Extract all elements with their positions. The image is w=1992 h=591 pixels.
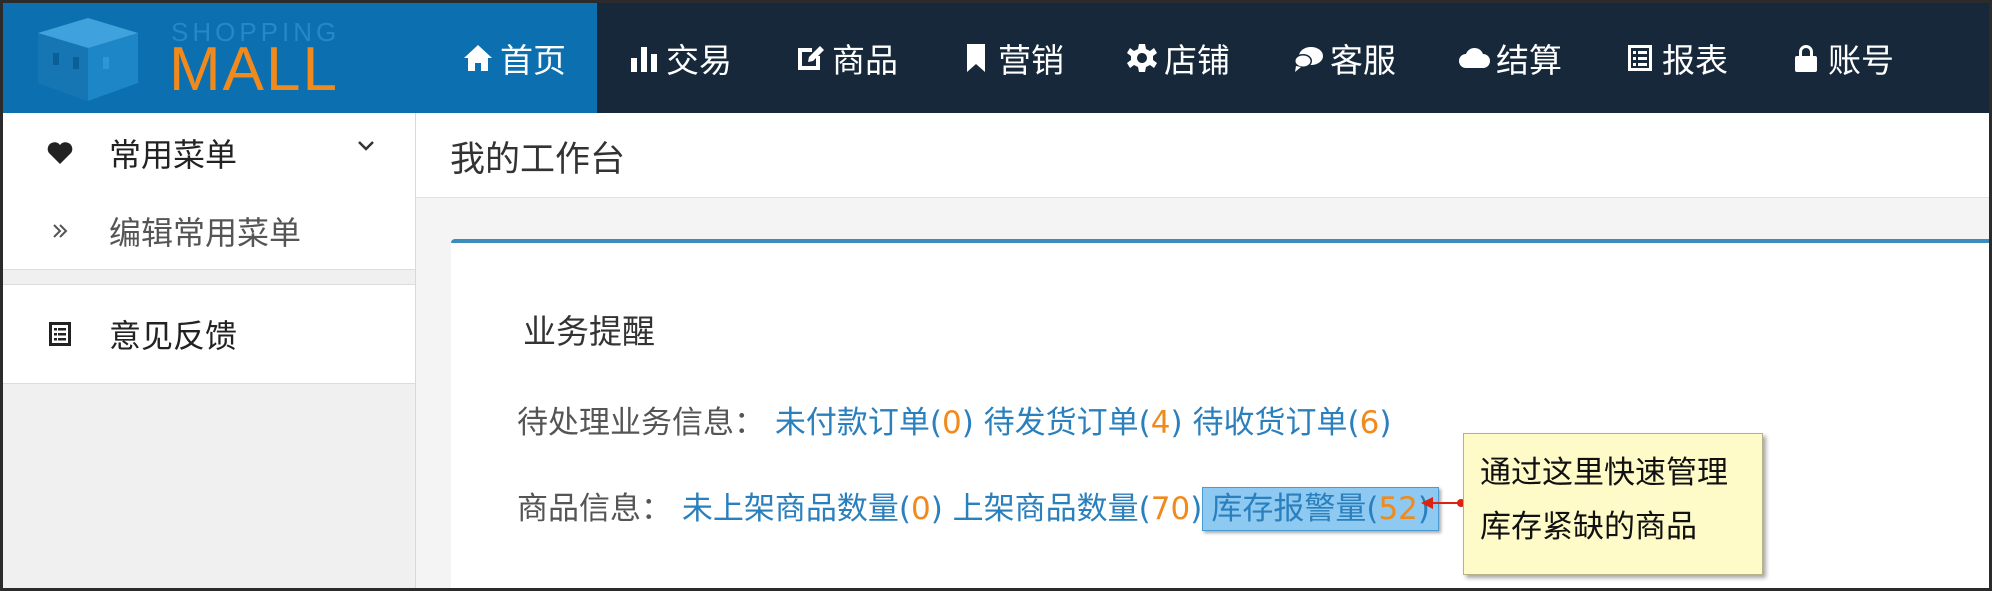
- chat-icon: [1294, 47, 1323, 72]
- sidebar-item-label: 意见反馈: [109, 317, 238, 355]
- lock-icon: [1795, 45, 1817, 72]
- pending-business-line: 待处理业务信息： 未付款订单(0) 待发货订单(4) 待收货订单(6): [517, 397, 1391, 442]
- to-ship-orders-count: 4: [1150, 405, 1171, 441]
- home-icon: [464, 45, 492, 71]
- nav-goods[interactable]: 商品: [763, 3, 929, 113]
- card-title: 业务提醒: [523, 312, 655, 351]
- sidebar: 常用菜单 编辑常用菜单 意见反馈: [3, 113, 416, 588]
- nav-shop-label: 店铺: [1164, 41, 1230, 80]
- to-receive-orders-link[interactable]: 待收货订单(6): [1192, 405, 1391, 441]
- bar-chart-icon: [631, 47, 657, 72]
- main-nav: 首页 交易 商品 营销 店铺 客服 结算 报表 账号: [431, 3, 1925, 113]
- sidebar-item-feedback[interactable]: 意见反馈: [3, 285, 415, 384]
- bookmark-icon: [967, 44, 985, 72]
- nav-report-label: 报表: [1662, 41, 1728, 80]
- sidebar-divider: [3, 270, 415, 285]
- top-navbar: SHOPPING MALL 首页 交易 商品 营销 店铺 客服 结算 报表 账号: [3, 3, 1989, 113]
- listed-goods-count: 70: [1150, 491, 1191, 527]
- page-header: 我的工作台: [416, 113, 1989, 198]
- list-icon: [49, 322, 71, 346]
- nav-home[interactable]: 首页: [431, 3, 597, 113]
- nav-account[interactable]: 账号: [1759, 3, 1925, 113]
- callout-arrow-icon: [1421, 497, 1465, 509]
- logo[interactable]: SHOPPING MALL: [3, 3, 431, 113]
- heart-icon: [47, 142, 73, 164]
- stock-alert-link[interactable]: 库存报警量(52): [1202, 487, 1440, 531]
- nav-settlement-label: 结算: [1496, 41, 1562, 80]
- listed-goods-link[interactable]: 上架商品数量(70): [953, 491, 1203, 527]
- goods-info-line: 商品信息： 未上架商品数量(0) 上架商品数量(70) 库存报警量(52): [517, 483, 1440, 531]
- edit-icon: [798, 46, 824, 70]
- cloud-icon: [1459, 47, 1490, 68]
- to-receive-orders-count: 6: [1359, 405, 1380, 441]
- nav-account-label: 账号: [1828, 41, 1894, 80]
- pending-label: 待处理业务信息：: [517, 405, 765, 441]
- unlisted-goods-count: 0: [910, 491, 931, 527]
- nav-service[interactable]: 客服: [1261, 3, 1427, 113]
- nav-home-label: 首页: [500, 41, 566, 80]
- nav-marketing[interactable]: 营销: [929, 3, 1095, 113]
- page-title: 我的工作台: [450, 140, 626, 180]
- logo-big-text: MALL: [169, 35, 339, 104]
- callout-line1: 通过这里快速管理: [1480, 455, 1728, 491]
- app-window: SHOPPING MALL 首页 交易 商品 营销 店铺 客服 结算 报表 账号…: [0, 0, 1992, 591]
- unlisted-goods-link[interactable]: 未上架商品数量(0): [682, 491, 943, 527]
- nav-shop[interactable]: 店铺: [1095, 3, 1261, 113]
- nav-service-label: 客服: [1330, 41, 1396, 80]
- unpaid-orders-count: 0: [941, 405, 962, 441]
- gear-icon: [1127, 44, 1157, 72]
- tooltip-callout: 通过这里快速管理 库存紧缺的商品: [1463, 433, 1763, 575]
- sidebar-item-label: 常用菜单: [109, 136, 238, 174]
- callout-line2: 库存紧缺的商品: [1480, 509, 1697, 545]
- nav-settlement[interactable]: 结算: [1427, 3, 1593, 113]
- sidebar-item-common-menu[interactable]: 常用菜单: [3, 113, 415, 193]
- sidebar-item-label: 编辑常用菜单: [109, 214, 302, 252]
- double-chevron-right-icon: [53, 224, 68, 238]
- stock-alert-count: 52: [1378, 491, 1418, 527]
- nav-marketing-label: 营销: [998, 41, 1064, 80]
- chevron-down-icon[interactable]: [355, 135, 377, 157]
- to-ship-orders-link[interactable]: 待发货订单(4): [984, 405, 1183, 441]
- sidebar-item-edit-common-menu[interactable]: 编辑常用菜单: [3, 193, 415, 270]
- unpaid-orders-link[interactable]: 未付款订单(0): [775, 405, 974, 441]
- list-icon: [1628, 45, 1652, 71]
- nav-report[interactable]: 报表: [1593, 3, 1759, 113]
- goods-label: 商品信息：: [517, 491, 672, 527]
- logo-mark-icon: [38, 18, 138, 101]
- nav-goods-label: 商品: [832, 41, 898, 80]
- nav-trade[interactable]: 交易: [597, 3, 763, 113]
- nav-trade-label: 交易: [666, 41, 732, 80]
- sidebar-common-menu-group: 常用菜单 编辑常用菜单: [3, 113, 415, 270]
